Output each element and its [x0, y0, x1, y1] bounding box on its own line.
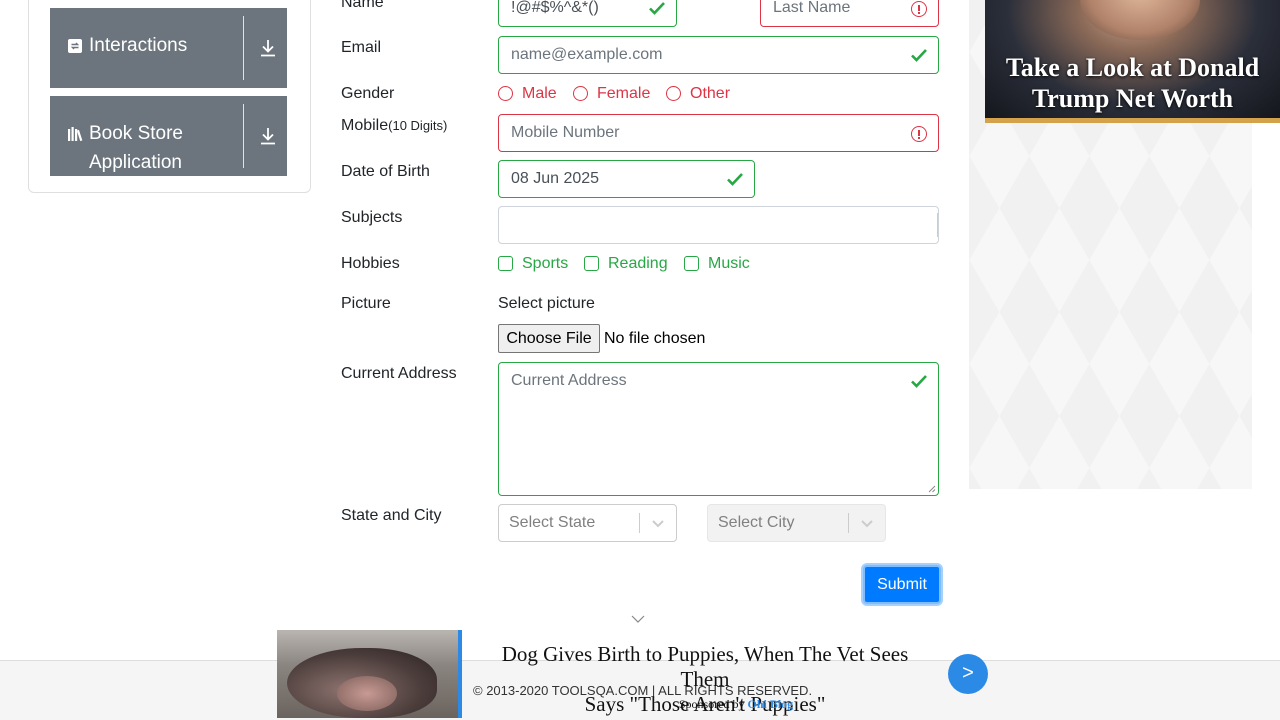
right-ad-headline-line2: Trump Net Worth — [1031, 84, 1234, 113]
select-picture-label: Select picture — [498, 295, 595, 312]
select-divider — [639, 513, 640, 533]
sidebar-item-label: Interactions — [89, 35, 188, 56]
gender-label-female[interactable]: Female — [597, 85, 650, 103]
state-placeholder: Select State — [509, 514, 596, 531]
state-city-label: State and City — [341, 507, 442, 524]
ad-photo-face — [1080, 0, 1200, 40]
sidebar-group-interactions[interactable]: Interactions — [50, 8, 287, 88]
book-store-icon — [68, 127, 83, 142]
ad-collapse-chevron-icon[interactable] — [631, 614, 645, 624]
address-placeholder: Current Address — [511, 372, 627, 389]
download-icon[interactable] — [259, 126, 277, 146]
subjects-label: Subjects — [341, 209, 403, 226]
ad-dog-belly — [337, 676, 397, 711]
city-select[interactable]: Select City — [707, 504, 886, 542]
mobile-input[interactable]: Mobile Number — [498, 114, 939, 152]
valid-check-icon — [911, 49, 927, 62]
no-file-chosen: No file chosen — [604, 330, 706, 347]
email-input[interactable]: name@example.com — [498, 36, 939, 74]
gender-label-male[interactable]: Male — [522, 85, 557, 103]
valid-check-icon — [649, 2, 665, 15]
valid-check-icon — [727, 173, 743, 186]
hobby-checkbox-sports[interactable] — [498, 256, 513, 271]
ad-next-button[interactable]: > — [948, 654, 988, 694]
first-name-input[interactable]: !@#$%^&*() — [498, 0, 677, 27]
interactions-icon — [68, 39, 82, 53]
subjects-divider — [937, 213, 938, 237]
hobby-checkbox-music[interactable] — [684, 256, 699, 271]
right-ad-accent-bar — [985, 118, 1280, 123]
first-name-value: !@#$%^&*() — [511, 0, 599, 16]
sidebar-divider — [243, 16, 244, 80]
last-name-input[interactable]: Last Name — [760, 0, 939, 27]
submit-button[interactable]: Submit — [863, 565, 941, 604]
choose-file-button[interactable]: Choose File — [498, 324, 600, 353]
right-ad-headline: Take a Look at Donald Trump Net Worth — [985, 52, 1280, 114]
resize-handle-icon[interactable] — [928, 485, 936, 493]
current-address-textarea[interactable]: Current Address — [498, 362, 939, 496]
gender-radio-other[interactable] — [666, 86, 681, 101]
bottom-ad-sponsor: Sponsored by Ohi Blog — [476, 697, 996, 712]
invalid-icon — [911, 126, 927, 142]
subjects-input[interactable] — [498, 206, 939, 244]
download-icon[interactable] — [259, 38, 277, 58]
sponsor-name[interactable]: Ohi Blog — [747, 697, 793, 711]
bottom-ad-headline-line1: Dog Gives Birth to Puppies, When The Vet… — [501, 642, 909, 691]
chevron-down-icon — [652, 520, 664, 528]
sponsored-by-text: Sponsored by — [678, 697, 745, 711]
email-placeholder: name@example.com — [511, 46, 663, 63]
dob-input[interactable]: 08 Jun 2025 — [498, 160, 755, 198]
chevron-down-icon — [861, 520, 873, 528]
dob-value: 08 Jun 2025 — [511, 170, 600, 187]
city-placeholder: Select City — [718, 514, 795, 531]
mobile-hint: (10 Digits) — [388, 118, 448, 133]
select-divider — [848, 513, 849, 533]
email-label: Email — [341, 39, 382, 56]
last-name-placeholder: Last Name — [773, 0, 851, 16]
gender-label-other[interactable]: Other — [690, 85, 730, 103]
sidebar-group-book-store[interactable]: Book Store Application — [50, 96, 287, 176]
mobile-label-text: Mobile — [341, 117, 389, 134]
sidebar-item-label-line2: Application — [89, 152, 182, 173]
bottom-ad-image[interactable] — [277, 630, 458, 718]
right-ad-headline-line1: Take a Look at Donald — [1005, 53, 1260, 82]
dob-label: Date of Birth — [341, 163, 430, 180]
hobbies-label: Hobbies — [341, 255, 400, 272]
hobby-label-reading[interactable]: Reading — [608, 255, 668, 273]
bottom-ad-accent — [458, 630, 462, 718]
gender-radio-female[interactable] — [573, 86, 588, 101]
valid-check-icon — [911, 375, 927, 388]
hobby-checkbox-reading[interactable] — [584, 256, 599, 271]
hobby-label-sports[interactable]: Sports — [522, 255, 568, 273]
name-label: Name — [341, 0, 384, 11]
mobile-placeholder: Mobile Number — [511, 124, 620, 141]
picture-label: Picture — [341, 295, 391, 312]
gender-radio-male[interactable] — [498, 86, 513, 101]
invalid-icon — [911, 1, 927, 17]
sidebar-divider — [243, 104, 244, 168]
sidebar-item-label: Book Store — [89, 123, 183, 144]
mobile-label: Mobile(10 Digits) — [341, 117, 447, 135]
state-select[interactable]: Select State — [498, 504, 677, 542]
hobby-label-music[interactable]: Music — [708, 255, 750, 273]
current-address-label: Current Address — [341, 365, 457, 382]
gender-label: Gender — [341, 85, 395, 102]
right-ad-image[interactable]: Take a Look at Donald Trump Net Worth — [985, 0, 1280, 119]
